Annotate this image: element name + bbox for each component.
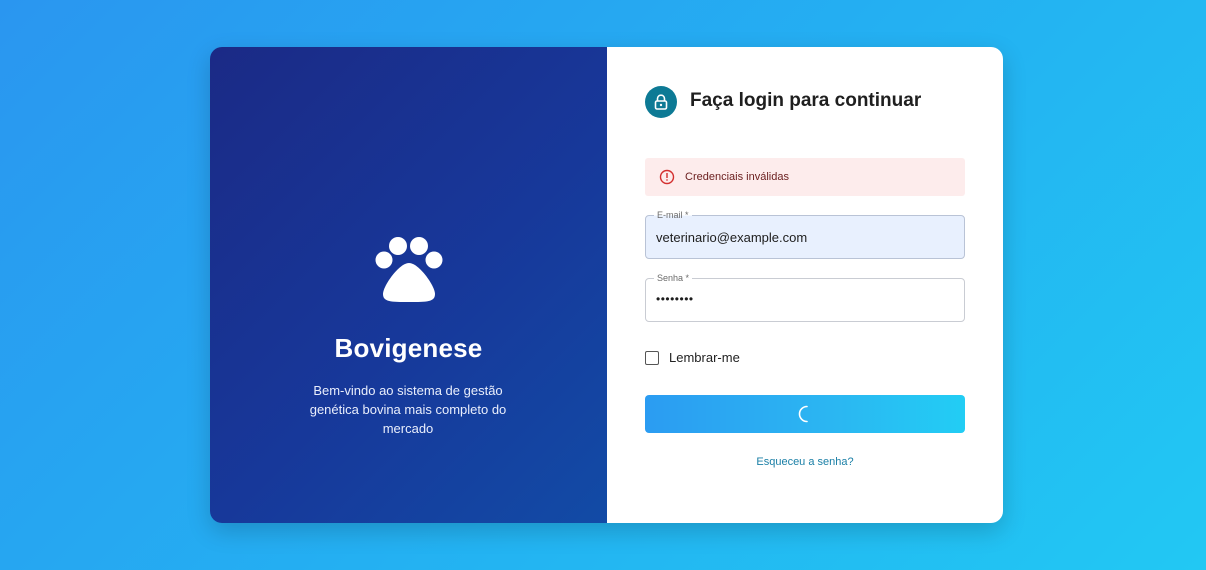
brand-tagline: Bem-vindo ao sistema de gestão genética …	[309, 383, 507, 436]
login-submit-button[interactable]	[645, 395, 965, 433]
remember-me[interactable]: Lembrar-me	[645, 350, 740, 365]
paw-icon	[375, 237, 443, 302]
password-label: Senha *	[654, 273, 693, 283]
error-circle-icon	[659, 169, 675, 185]
brand-name: Bovigenese	[334, 333, 483, 363]
email-value[interactable]: veterinario@example.com	[656, 230, 807, 245]
brand-panel: Bovigenese Bem-vindo ao sistema de gestã…	[210, 47, 607, 523]
remember-checkbox[interactable]	[645, 350, 659, 365]
password-field[interactable]: Senha * ••••••••	[645, 273, 965, 322]
email-field[interactable]: E-mail * veterinario@example.com	[645, 210, 965, 259]
remember-label[interactable]: Lembrar-me	[669, 350, 740, 365]
lock-badge	[645, 86, 677, 118]
email-label: E-mail *	[654, 210, 692, 220]
login-panel: Faça login para continuar Credenciais in…	[607, 47, 1003, 523]
loading-spinner-icon	[798, 405, 808, 423]
error-message: Credenciais inválidas	[685, 171, 789, 183]
forgot-password-link[interactable]: Esqueceu a senha?	[607, 456, 1003, 468]
lock-icon	[654, 94, 668, 110]
error-alert: Credenciais inválidas	[645, 158, 965, 196]
login-card: Bovigenese Bem-vindo ao sistema de gestã…	[210, 47, 1003, 523]
login-heading: Faça login para continuar	[690, 90, 922, 111]
password-value[interactable]: ••••••••	[656, 292, 694, 306]
